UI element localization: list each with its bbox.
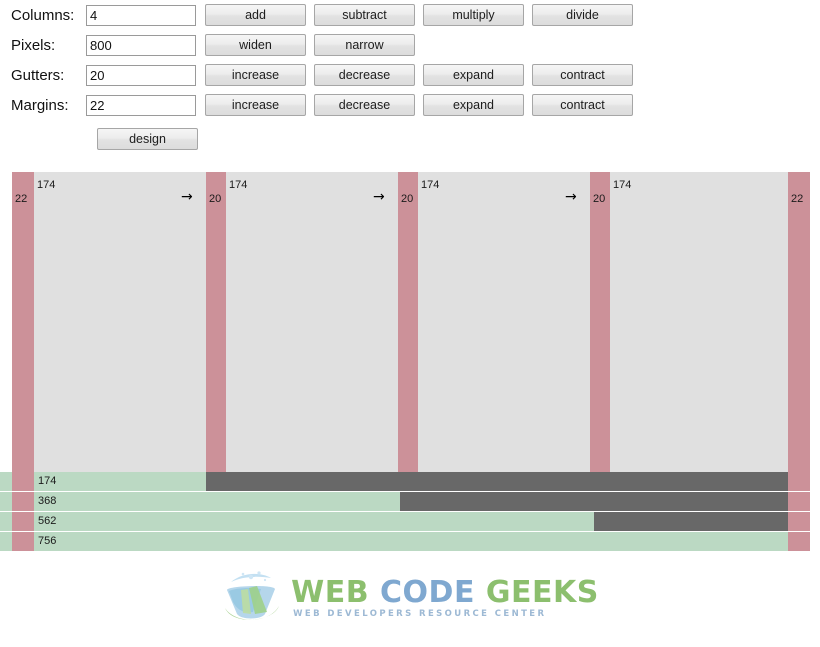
grid-band-gutter-1: 20 xyxy=(206,172,226,472)
grid-band-column-4: 174 xyxy=(610,172,788,472)
pixels-label: Pixels: xyxy=(11,36,56,54)
logo-word-code: CODE xyxy=(380,575,475,610)
measure-bar-remainder xyxy=(400,492,788,511)
measure-bar-row: 368 xyxy=(0,492,820,511)
measure-bar-right-margin xyxy=(788,472,810,491)
columns-input[interactable] xyxy=(86,4,196,26)
form-row-columns: Columns: add subtract multiply divide xyxy=(0,0,820,30)
divide-columns-button[interactable]: divide xyxy=(532,4,633,26)
measure-bar-remainder xyxy=(594,512,788,531)
site-logo: WEB CODE GEEKS WEB DEVELOPERS RESOURCE C… xyxy=(0,558,820,638)
expand-gutters-button[interactable]: expand xyxy=(423,64,524,86)
measure-bar-left-margin xyxy=(12,472,34,491)
grid-band-label-column-1: 174 xyxy=(37,179,56,191)
logo-text: WEB CODE GEEKS WEB DEVELOPERS RESOURCE C… xyxy=(291,577,599,619)
logo-wordmark: WEB CODE GEEKS xyxy=(291,577,599,608)
measure-bar-fill xyxy=(0,492,400,511)
grid-diagram: 22 174 20 → 174 20 → 174 20 → 174 22 xyxy=(0,172,820,472)
decrease-margins-button[interactable]: decrease xyxy=(314,94,415,116)
expand-margins-button[interactable]: expand xyxy=(423,94,524,116)
subtract-columns-button[interactable]: subtract xyxy=(314,4,415,26)
widen-pixels-button[interactable]: widen xyxy=(205,34,306,56)
form-row-pixels: Pixels: widen narrow xyxy=(0,30,820,60)
grid-band-label-gutter-2: 20 xyxy=(401,193,414,205)
design-button[interactable]: design xyxy=(97,128,198,150)
grid-band-label-left-margin: 22 xyxy=(15,193,28,205)
increase-gutters-button[interactable]: increase xyxy=(205,64,306,86)
margins-input[interactable] xyxy=(86,94,196,116)
measure-bar-label: 562 xyxy=(38,515,57,527)
add-columns-button[interactable]: add xyxy=(205,4,306,26)
grid-band-gutter-2: 20 xyxy=(398,172,418,472)
measure-bar-right-margin xyxy=(788,532,810,551)
grid-band-right-margin: 22 xyxy=(788,172,810,472)
decrease-gutters-button[interactable]: decrease xyxy=(314,64,415,86)
grid-band-column-1: 174 xyxy=(34,172,206,472)
logo-mark-icon xyxy=(225,571,280,620)
measure-bar-left-margin xyxy=(12,492,34,511)
measure-bar-left-margin xyxy=(12,532,34,551)
gutters-input[interactable] xyxy=(86,64,196,86)
logo-tagline: WEB DEVELOPERS RESOURCE CENTER xyxy=(293,609,547,619)
grid-band-label-column-4: 174 xyxy=(613,179,632,191)
measure-bar-fill xyxy=(0,512,594,531)
gutter-arrow-icon: → xyxy=(565,189,577,205)
columns-label: Columns: xyxy=(11,6,75,24)
measure-bars: 174 368 562 756 xyxy=(0,472,820,554)
measure-bar-remainder xyxy=(206,472,788,491)
form-row-gutters: Gutters: increase decrease expand contract xyxy=(0,60,820,90)
contract-margins-button[interactable]: contract xyxy=(532,94,633,116)
narrow-pixels-button[interactable]: narrow xyxy=(314,34,415,56)
measure-bar-row: 756 xyxy=(0,532,820,551)
grid-band-label-gutter-1: 20 xyxy=(209,193,222,205)
margins-label: Margins: xyxy=(11,96,69,114)
gutter-arrow-icon: → xyxy=(373,189,385,205)
grid-band-label-column-3: 174 xyxy=(421,179,440,191)
measure-bar-fill xyxy=(0,532,788,551)
measure-bar-right-margin xyxy=(788,512,810,531)
logo-word-web: WEB xyxy=(291,575,370,610)
grid-band-gutter-3: 20 xyxy=(590,172,610,472)
measure-bar-left-margin xyxy=(12,512,34,531)
multiply-columns-button[interactable]: multiply xyxy=(423,4,524,26)
measure-bar-label: 368 xyxy=(38,495,57,507)
logo-inner: WEB CODE GEEKS WEB DEVELOPERS RESOURCE C… xyxy=(221,568,599,628)
measure-bar-row: 562 xyxy=(0,512,820,531)
grid-band-label-right-margin: 22 xyxy=(791,193,804,205)
measure-bar-label: 174 xyxy=(38,475,57,487)
increase-margins-button[interactable]: increase xyxy=(205,94,306,116)
pixels-input[interactable] xyxy=(86,34,196,56)
grid-band-column-2: 174 xyxy=(226,172,398,472)
logo-word-geeks: GEEKS xyxy=(485,575,599,610)
contract-gutters-button[interactable]: contract xyxy=(532,64,633,86)
gutter-arrow-icon: → xyxy=(181,189,193,205)
form-row-margins: Margins: increase decrease expand contract xyxy=(0,90,820,120)
grid-band-label-column-2: 174 xyxy=(229,179,248,191)
grid-band-label-gutter-3: 20 xyxy=(593,193,606,205)
measure-bar-right-margin xyxy=(788,492,810,511)
measure-bar-label: 756 xyxy=(38,535,57,547)
form-row-design: design xyxy=(0,120,820,155)
control-panel: Columns: add subtract multiply divide Pixels:… xyxy=(0,0,820,155)
grid-band-column-3: 174 xyxy=(418,172,590,472)
gutters-label: Gutters: xyxy=(11,66,65,84)
grid-band-left-margin: 22 xyxy=(12,172,34,472)
measure-bar-row: 174 xyxy=(0,472,820,491)
